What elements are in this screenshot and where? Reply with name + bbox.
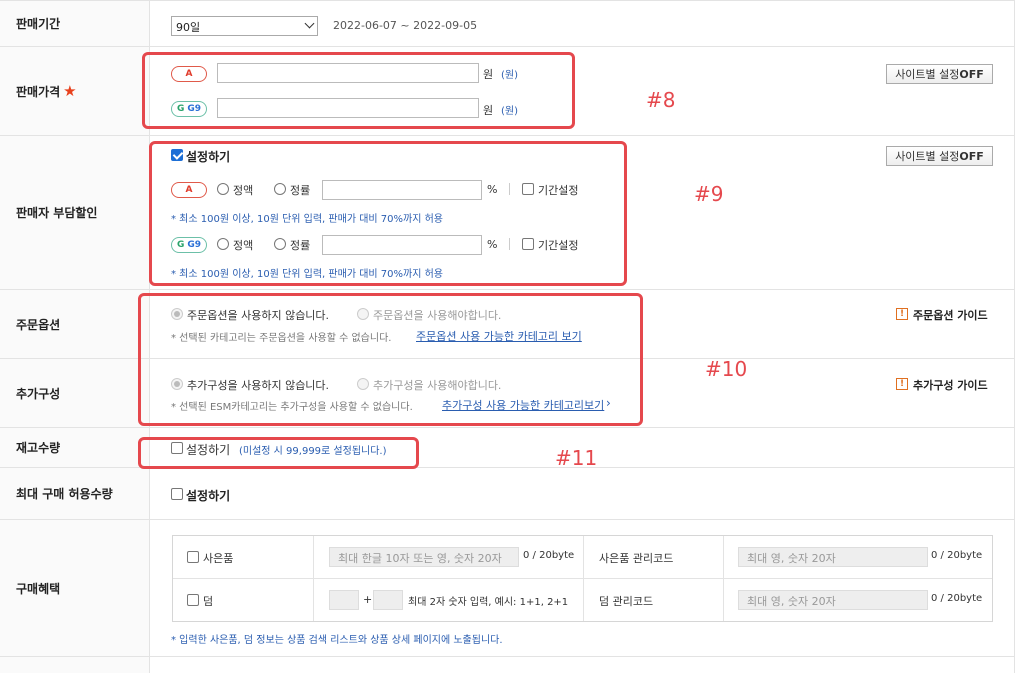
annotation-label-11: #11 [555,446,598,470]
bonus-input-1[interactable] [329,590,359,610]
annotation-label-9: #9 [694,182,724,206]
row-bottom-stub [0,657,1014,673]
bonus-plus: + [363,593,373,606]
annotation-box-10 [138,293,643,426]
annotation-label-10: #10 [705,357,748,381]
sale-period-label: 판매기간 [0,1,150,46]
divider [173,578,992,579]
gift-byte-count: 0 / 20byte [523,550,575,561]
bonus-code-byte-count: 0 / 20byte [931,593,983,604]
gift-code-label: 사은품 관리코드 [599,552,674,565]
bonus-hint: 최대 2자 숫자 입력, 예시: 1+1, 2+1 [408,597,569,608]
bonus-checkbox[interactable] [187,594,199,606]
max-purchase-enable-label: 설정하기 [186,489,231,503]
sale-price-site-setting-button[interactable]: 사이트별 설정 OFF [886,64,993,84]
gift-checkbox[interactable] [187,551,199,563]
bonus-code-input[interactable]: 최대 영, 숫자 20자 [738,590,928,610]
max-purchase-enable-checkbox[interactable] [171,488,183,500]
annotation-box-9 [149,141,627,286]
gift-label: 사은품 [203,552,234,565]
row-sale-period: 판매기간 90일 2022-06-07 ~ 2022-09-05 [0,0,1014,47]
warning-icon: ! [896,378,908,390]
order-option-guide-link[interactable]: 주문옵션 가이드 [913,307,988,323]
right-border [1014,0,1015,673]
stock-label: 재고수량 [0,428,150,467]
order-option-label: 주문옵션 [0,290,150,358]
gift-code-byte-count: 0 / 20byte [931,550,983,561]
gift-input[interactable]: 최대 한글 10자 또는 영, 숫자 20자 [329,547,519,567]
bonus-code-label: 덤 관리코드 [599,595,654,608]
benefit-label: 구매혜택 [0,520,150,656]
benefit-note: * 입력한 사은품, 덤 정보는 상품 검색 리스트와 상품 상세 페이지에 노… [171,635,503,646]
bonus-input-2[interactable] [373,590,403,610]
sale-period-select-value: 90일 [176,21,201,34]
bonus-label: 덤 [203,595,214,608]
sale-period-date-range: 2022-06-07 ~ 2022-09-05 [333,19,478,32]
annotation-box-11 [138,437,419,469]
max-purchase-label: 최대 구매 허용수량 [0,468,150,519]
additional-label: 추가구성 [0,359,150,427]
seller-discount-site-setting-button[interactable]: 사이트별 설정 OFF [886,146,993,166]
required-star-icon: ★ [63,82,77,100]
sale-price-label: 판매가격 ★ [0,47,150,135]
benefit-table: 사은품 최대 한글 10자 또는 영, 숫자 20자 0 / 20byte 사은… [172,535,993,622]
annotation-label-8: #8 [646,88,676,112]
seller-discount-label: 판매자 부담할인 [0,136,150,289]
bottom-stub-label [0,657,150,673]
annotation-box-8 [142,52,575,129]
row-max-purchase: 최대 구매 허용수량 설정하기 [0,468,1014,520]
warning-icon: ! [896,308,908,320]
gift-code-input[interactable]: 최대 영, 숫자 20자 [738,547,928,567]
sale-period-select[interactable]: 90일 [171,16,318,36]
additional-guide-link[interactable]: 추가구성 가이드 [913,377,988,393]
chevron-down-icon [304,18,315,29]
